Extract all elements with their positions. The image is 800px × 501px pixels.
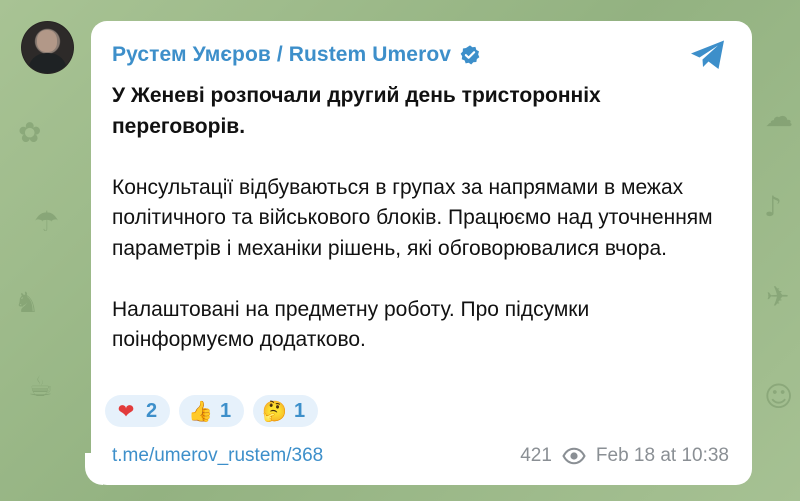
thinking-face-icon: 🤔 <box>262 399 287 423</box>
wallpaper-doodle-icon: ☂ <box>34 205 60 238</box>
thumbs-up-icon: 👍 <box>188 399 213 423</box>
author-row: Рустем Умєров / Rustem Umerov <box>112 41 481 69</box>
wallpaper-doodle-icon: ✿ <box>18 116 42 149</box>
wallpaper-doodle-icon: ♞ <box>14 286 40 319</box>
reaction-count: 1 <box>294 399 306 422</box>
post-footer: t.me/umerov_rustem/368 421 Feb 18 at 10:… <box>112 442 729 470</box>
wallpaper-doodle-icon: ☕ <box>28 370 54 403</box>
avatar-shoulders <box>28 53 67 73</box>
post-link[interactable]: t.me/umerov_rustem/368 <box>112 445 323 467</box>
post-timestamp: Feb 18 at 10:38 <box>595 445 729 466</box>
post-body: У Женеві розпочали другий день тристорон… <box>112 81 722 386</box>
author-name[interactable]: Рустем Умєров / Rustem Umerov <box>112 43 451 67</box>
reactions-bar: ❤ 2 👍 1 🤔 1 <box>105 395 318 427</box>
wallpaper-doodle-icon: ☺ <box>764 380 794 413</box>
reaction-heart[interactable]: ❤ 2 <box>105 395 170 427</box>
avatar-face <box>37 30 57 52</box>
view-count: 421 <box>520 445 552 466</box>
message-bubble: Рустем Умєров / Rustem Umerov У Женеві р… <box>91 21 752 485</box>
reaction-thinking[interactable]: 🤔 1 <box>253 395 318 427</box>
telegram-send-icon[interactable] <box>689 39 727 71</box>
reaction-thumbs-up[interactable]: 👍 1 <box>179 395 244 427</box>
reaction-count: 1 <box>220 399 232 422</box>
heart-icon: ❤ <box>117 399 135 423</box>
channel-avatar[interactable] <box>21 21 74 74</box>
post-paragraph: Налаштовані на предметну роботу. Про під… <box>112 297 590 352</box>
wallpaper-doodle-icon: ✈ <box>766 280 790 313</box>
post-paragraph: У Женеві розпочали другий день тристорон… <box>112 84 601 138</box>
wallpaper-doodle-icon: ☁ <box>765 100 793 133</box>
wallpaper-doodle-icon: ♪ <box>764 190 782 223</box>
post-meta: 421 Feb 18 at 10:38 <box>520 445 729 467</box>
post-paragraph: Консультації відбуваються в групах за на… <box>112 175 713 260</box>
reaction-count: 2 <box>146 399 158 422</box>
eye-icon <box>562 447 586 465</box>
verified-badge-icon <box>460 45 480 65</box>
